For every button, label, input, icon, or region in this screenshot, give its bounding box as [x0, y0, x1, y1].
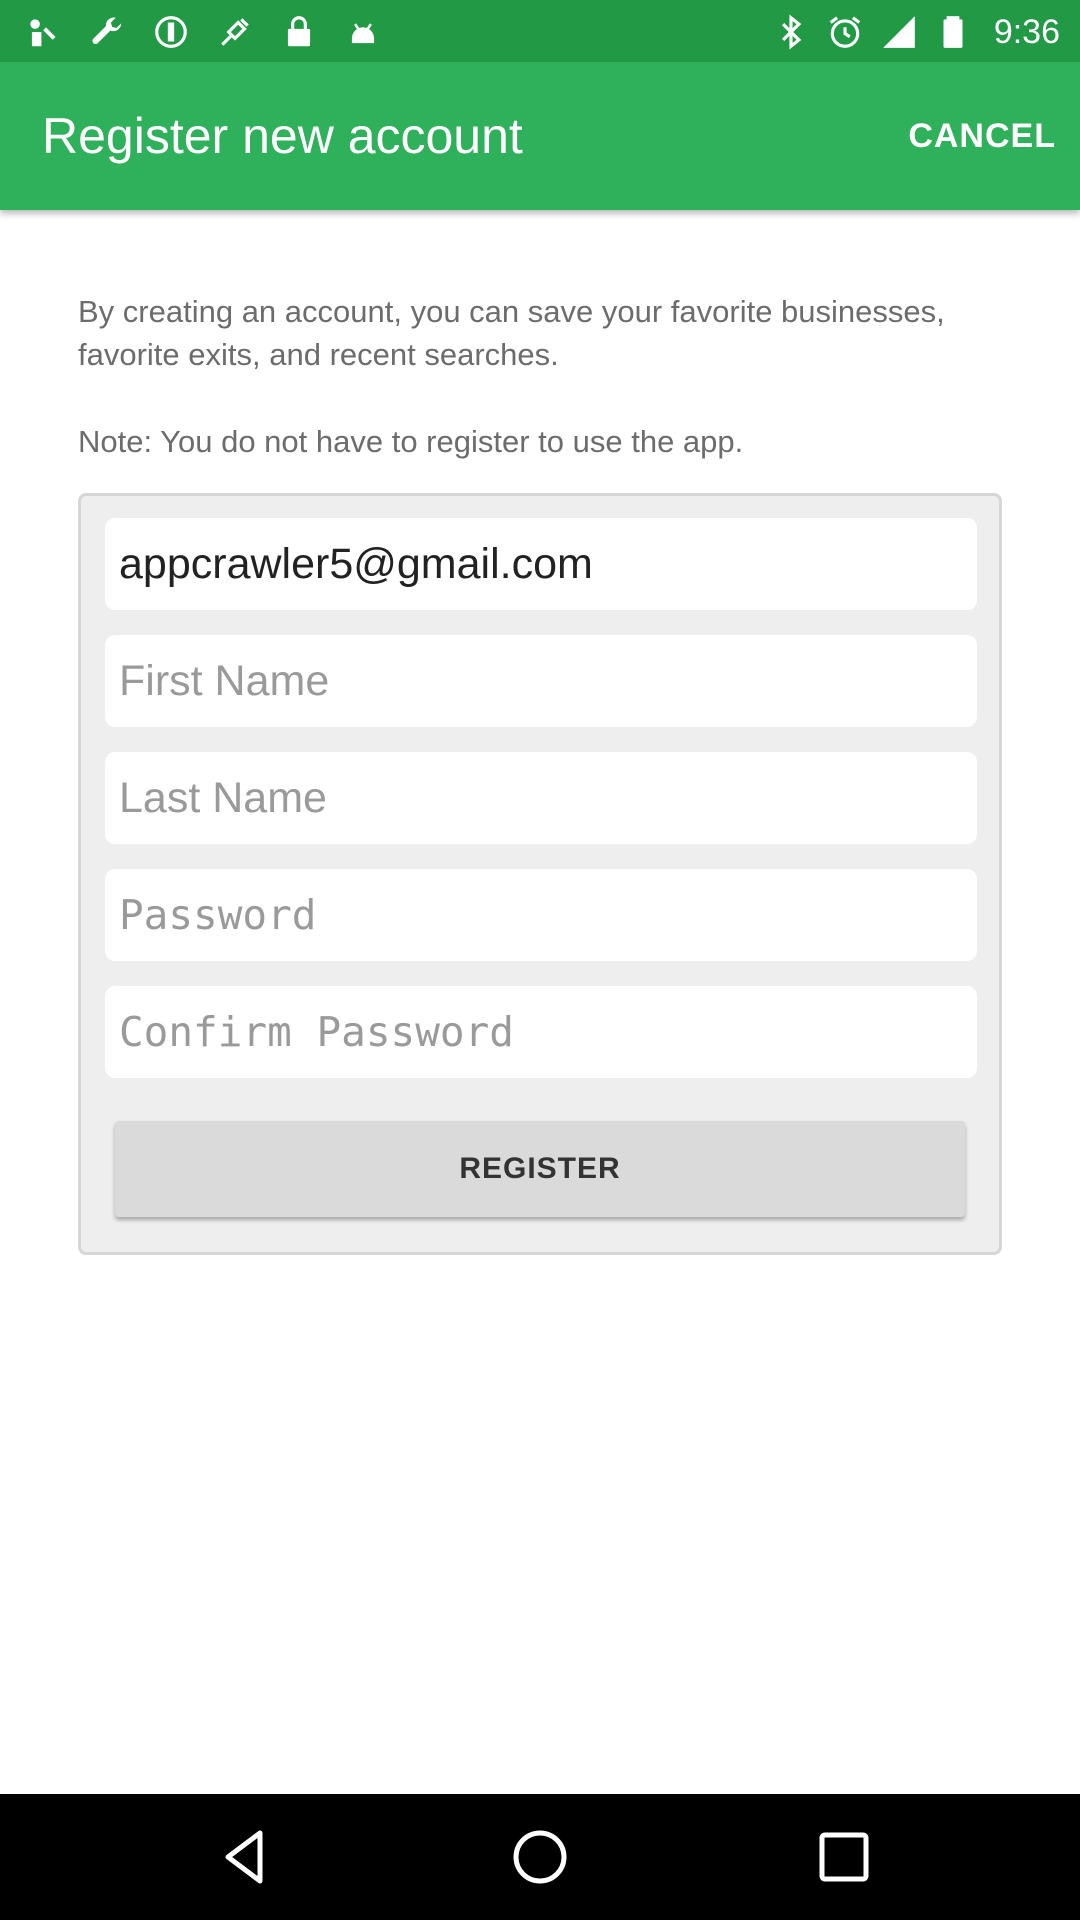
android-icon	[344, 13, 382, 51]
notification-icon	[24, 13, 62, 51]
fake-gps-icon	[216, 13, 254, 51]
status-bar: 9:36	[0, 0, 1080, 62]
register-button[interactable]: REGISTER	[115, 1121, 965, 1217]
app-bar: Register new account CANCEL	[0, 62, 1080, 210]
back-icon[interactable]	[214, 1825, 278, 1889]
registration-form: appcrawler5@gmail.com First Name Last Na…	[78, 493, 1002, 1255]
status-icons-right: 9:36	[772, 12, 1060, 52]
battery-icon	[934, 13, 972, 51]
email-field[interactable]: appcrawler5@gmail.com	[105, 518, 977, 610]
intro-text: By creating an account, you can save you…	[78, 294, 945, 372]
lock-icon	[280, 13, 318, 51]
status-icons-left	[24, 12, 382, 52]
note-text: Note: You do not have to register to use…	[78, 424, 744, 459]
home-icon[interactable]	[508, 1825, 572, 1889]
sync-icon	[152, 13, 190, 51]
last-name-field[interactable]: Last Name	[105, 752, 977, 844]
first-name-field[interactable]: First Name	[105, 635, 977, 727]
bluetooth-icon	[772, 13, 810, 51]
recents-icon[interactable]	[812, 1825, 876, 1889]
signal-icon	[880, 13, 918, 51]
confirm-password-field[interactable]: Confirm Password	[105, 986, 977, 1078]
wrench-icon	[88, 13, 126, 51]
password-field[interactable]: Password	[105, 869, 977, 961]
alarm-icon	[826, 13, 864, 51]
navigation-bar	[0, 1794, 1080, 1920]
page-title: Register new account	[42, 108, 523, 164]
status-time: 9:36	[993, 12, 1060, 51]
cancel-button[interactable]: CANCEL	[904, 62, 1060, 210]
